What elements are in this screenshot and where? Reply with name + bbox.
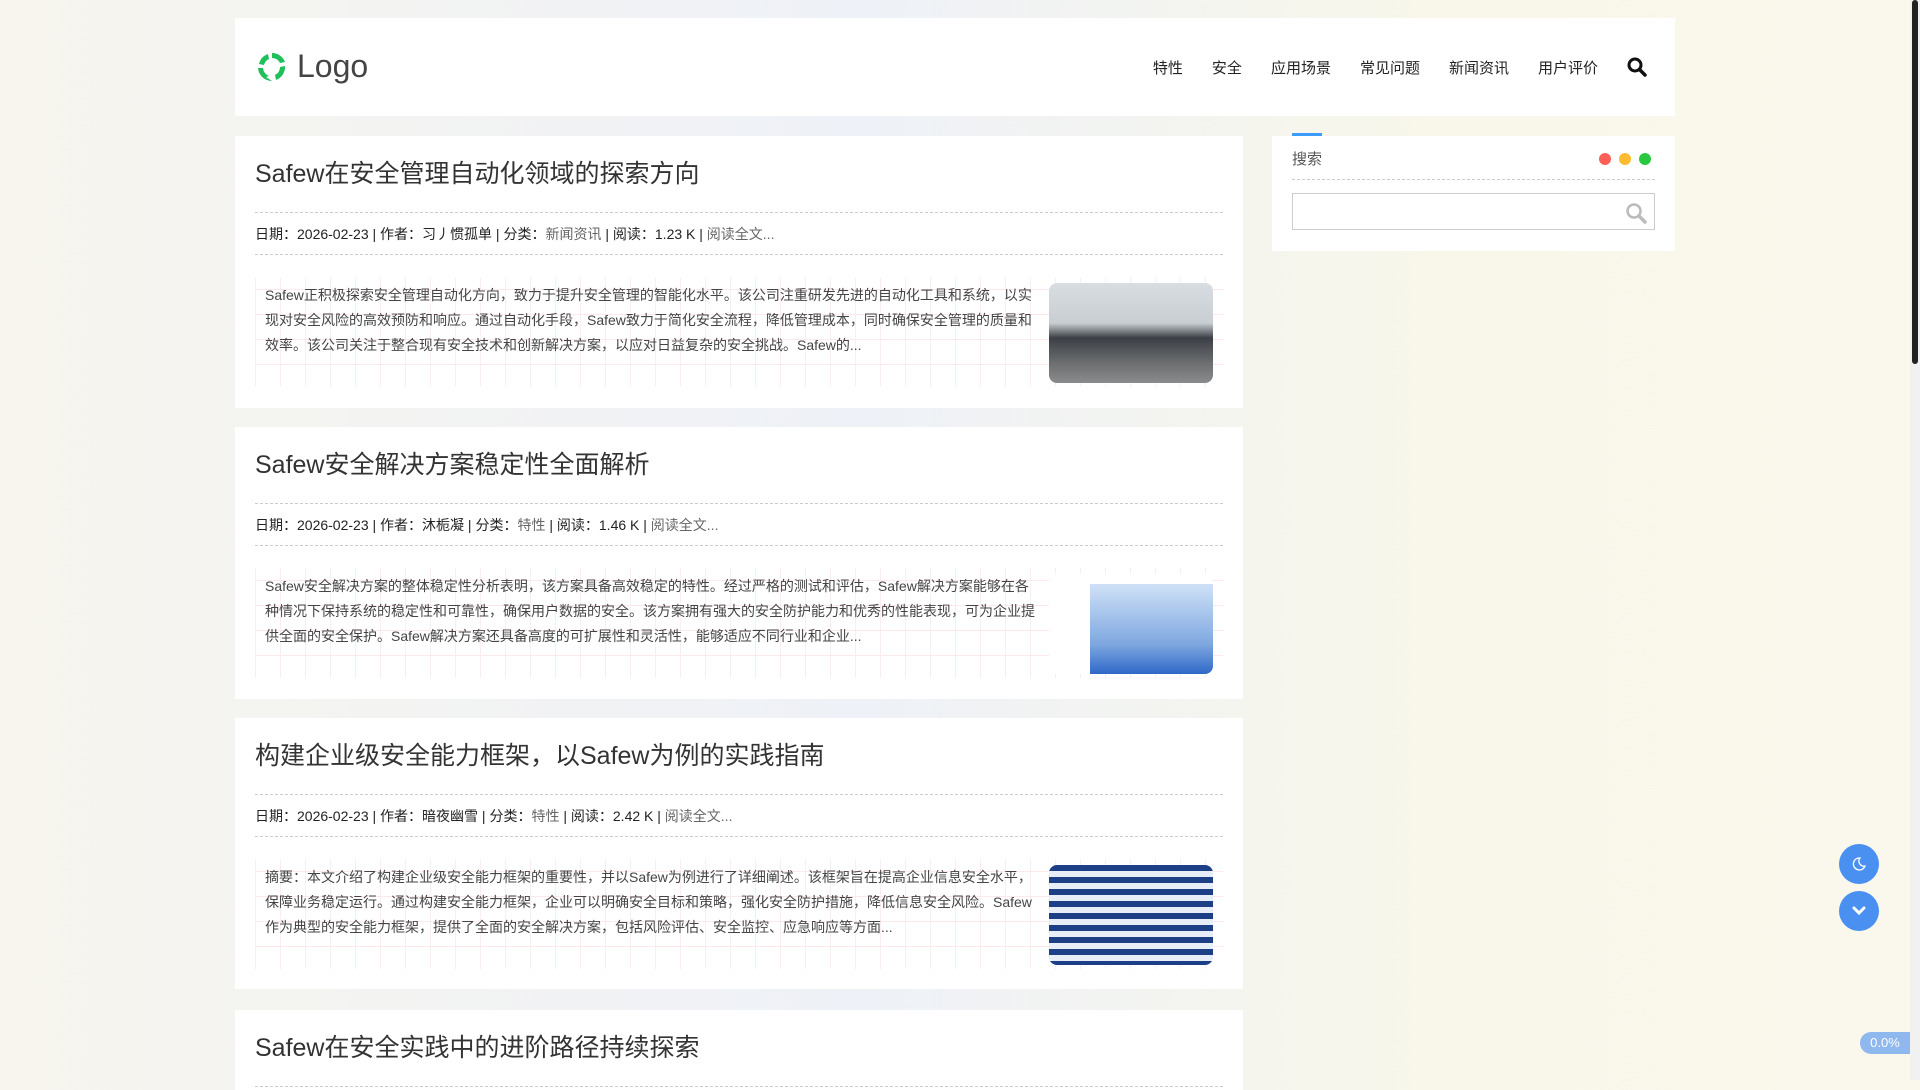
nav-news[interactable]: 新闻资讯 [1449, 57, 1509, 78]
moon-icon [1852, 857, 1867, 871]
category-link[interactable]: 特性 [517, 517, 545, 533]
nav-scenarios[interactable]: 应用场景 [1271, 57, 1331, 78]
post-excerpt: Safew安全解决方案的整体稳定性分析表明，该方案具备高效稳定的特性。经过严格的… [255, 568, 1223, 678]
search-input[interactable] [1292, 193, 1655, 230]
logo[interactable]: Logo [255, 48, 368, 85]
search-icon[interactable] [1627, 57, 1647, 77]
post-excerpt: 摘要：本文介绍了构建企业级安全能力框架的重要性，并以Safew为例进行了详细阐述… [255, 859, 1223, 969]
logo-text: Logo [297, 48, 369, 84]
search-widget: 搜索 [1272, 133, 1675, 251]
scrollbar-thumb[interactable] [1912, 0, 1918, 364]
post-card: Safew在安全管理自动化领域的探索方向 日期：2026-02-23 | 作者：… [235, 136, 1243, 408]
accent-bar [1292, 133, 1322, 136]
scrollbar[interactable] [1910, 0, 1920, 1080]
window-dots [1599, 153, 1651, 165]
excerpt-text: Safew正积极探索安全管理自动化方向，致力于提升安全管理的智能化水平。该公司注… [265, 287, 1032, 353]
excerpt-text: 摘要：本文介绍了构建企业级安全能力框架的重要性，并以Safew为例进行了详细阐述… [265, 869, 1032, 935]
category-link[interactable]: 特性 [531, 808, 559, 824]
post-thumbnail[interactable] [1049, 283, 1213, 383]
post-excerpt: Safew正积极探索安全管理自动化方向，致力于提升安全管理的智能化水平。该公司注… [255, 277, 1223, 387]
post-meta: 日期：2026-02-23 | 作者：习丿惯孤单 | 分类：新闻资讯 | 阅读：… [255, 213, 1223, 255]
search-icon[interactable] [1625, 202, 1647, 224]
widget-title: 搜索 [1292, 151, 1323, 168]
post-card: 构建企业级安全能力框架，以Safew为例的实践指南 日期：2026-02-23 … [235, 718, 1243, 989]
read-more-link[interactable]: 阅读全文... [707, 226, 775, 242]
divider [1292, 179, 1655, 180]
post-title[interactable]: Safew安全解决方案稳定性全面解析 [255, 427, 1223, 504]
scroll-down-button[interactable] [1839, 891, 1879, 931]
read-more-link[interactable]: 阅读全文... [665, 808, 733, 824]
chevron-down-icon [1852, 906, 1866, 916]
site-header: Logo 特性 安全 应用场景 常见问题 新闻资讯 用户评价 [235, 18, 1675, 116]
dark-mode-button[interactable] [1839, 844, 1879, 884]
main-nav: 特性 安全 应用场景 常见问题 新闻资讯 用户评价 [1153, 18, 1647, 116]
excerpt-text: Safew安全解决方案的整体稳定性分析表明，该方案具备高效稳定的特性。经过严格的… [265, 578, 1035, 644]
post-title[interactable]: Safew在安全实践中的进阶路径持续探索 [255, 1010, 1223, 1087]
reading-progress: 0.0% [1860, 1032, 1910, 1054]
category-link[interactable]: 新闻资讯 [545, 226, 601, 242]
nav-reviews[interactable]: 用户评价 [1538, 57, 1598, 78]
post-card: Safew在安全实践中的进阶路径持续探索 [235, 1010, 1243, 1090]
post-card: Safew安全解决方案稳定性全面解析 日期：2026-02-23 | 作者：沐栀… [235, 427, 1243, 699]
post-meta: 日期：2026-02-23 | 作者：暗夜幽雪 | 分类：特性 | 阅读：2.4… [255, 795, 1223, 837]
nav-security[interactable]: 安全 [1212, 57, 1242, 78]
post-title[interactable]: Safew在安全管理自动化领域的探索方向 [255, 136, 1223, 213]
post-thumbnail[interactable] [1049, 865, 1213, 965]
nav-faq[interactable]: 常见问题 [1360, 57, 1420, 78]
post-thumbnail[interactable] [1049, 574, 1213, 674]
nav-features[interactable]: 特性 [1153, 57, 1183, 78]
logo-icon [258, 52, 286, 81]
read-more-link[interactable]: 阅读全文... [651, 517, 719, 533]
post-meta: 日期：2026-02-23 | 作者：沐栀凝 | 分类：特性 | 阅读：1.46… [255, 504, 1223, 546]
post-title[interactable]: 构建企业级安全能力框架，以Safew为例的实践指南 [255, 718, 1223, 795]
